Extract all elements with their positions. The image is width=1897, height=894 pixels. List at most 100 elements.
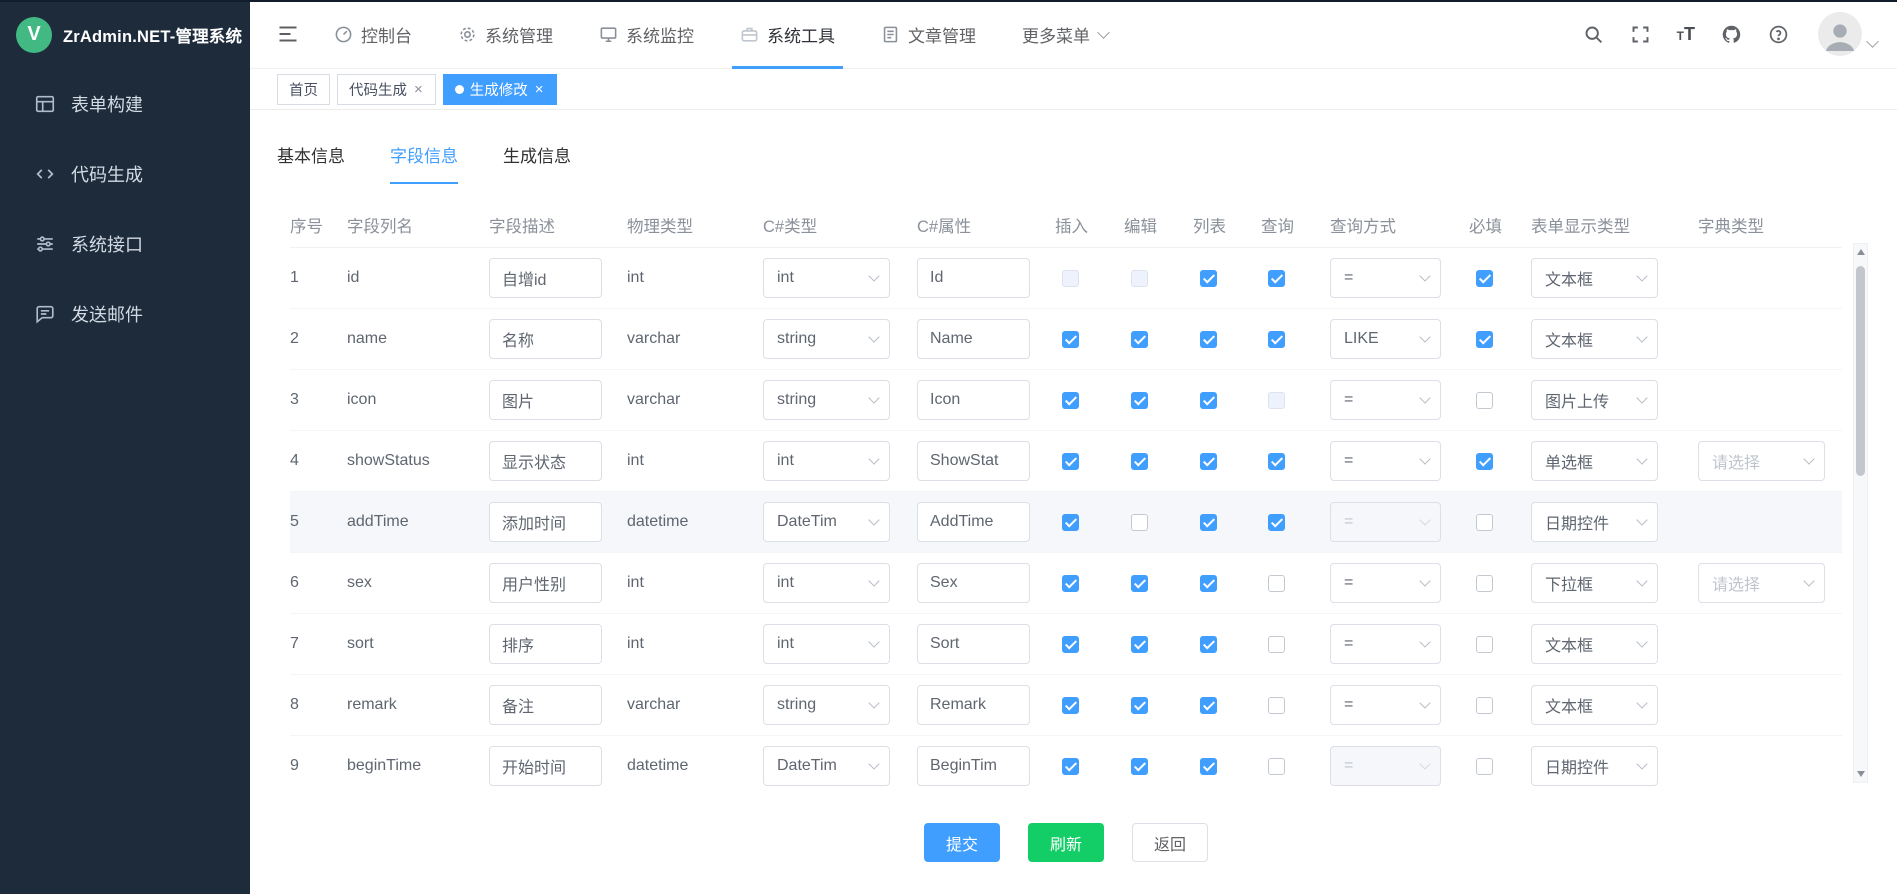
display-type-select[interactable]: 下拉框 [1531, 563, 1658, 603]
csharp-property-input[interactable] [917, 624, 1030, 664]
sidebar-item-send-mail[interactable]: 发送邮件 [0, 279, 250, 349]
edit-checkbox[interactable] [1131, 514, 1148, 531]
csharp-property-input[interactable] [917, 685, 1030, 725]
list-checkbox[interactable] [1200, 514, 1217, 531]
csharp-property-input[interactable] [917, 563, 1030, 603]
user-menu[interactable] [1818, 12, 1877, 56]
display-type-select[interactable]: 日期控件 [1531, 502, 1658, 542]
display-type-select[interactable]: 日期控件 [1531, 746, 1658, 786]
close-icon[interactable]: × [413, 82, 424, 97]
back-button[interactable]: 返回 [1132, 823, 1208, 862]
query-type-select[interactable]: LIKE [1330, 319, 1441, 359]
query-checkbox[interactable] [1268, 453, 1285, 470]
nav-item-more-menu[interactable]: 更多菜单 [1022, 0, 1109, 69]
query-checkbox[interactable] [1268, 697, 1285, 714]
list-checkbox[interactable] [1200, 270, 1217, 287]
description-input[interactable] [489, 502, 602, 542]
query-type-select[interactable]: = [1330, 624, 1441, 664]
github-icon[interactable] [1720, 23, 1742, 45]
scroll-up-arrow[interactable] [1854, 245, 1867, 259]
query-type-select[interactable]: = [1330, 258, 1441, 298]
edit-checkbox[interactable] [1131, 392, 1148, 409]
csharp-property-input[interactable] [917, 319, 1030, 359]
description-input[interactable] [489, 624, 602, 664]
tab-generate-info[interactable]: 生成信息 [503, 142, 571, 184]
tag-home[interactable]: 首页 [277, 74, 330, 105]
description-input[interactable] [489, 746, 602, 786]
csharp-property-input[interactable] [917, 258, 1030, 298]
list-checkbox[interactable] [1200, 697, 1217, 714]
query-type-select[interactable]: = [1330, 685, 1441, 725]
tab-field-info[interactable]: 字段信息 [390, 142, 458, 184]
display-type-select[interactable]: 文本框 [1531, 258, 1658, 298]
scroll-down-arrow[interactable] [1854, 767, 1867, 781]
close-icon[interactable]: × [534, 82, 545, 97]
insert-checkbox[interactable] [1062, 697, 1079, 714]
edit-checkbox[interactable] [1131, 331, 1148, 348]
tag-generate-edit[interactable]: 生成修改 × [443, 74, 557, 105]
csharp-property-input[interactable] [917, 441, 1030, 481]
help-icon[interactable] [1767, 23, 1789, 45]
avatar[interactable] [1818, 12, 1862, 56]
query-checkbox[interactable] [1268, 270, 1285, 287]
refresh-button[interactable]: 刷新 [1028, 823, 1104, 862]
tag-code-generation[interactable]: 代码生成 × [337, 74, 436, 105]
dict-type-select[interactable]: 请选择 [1698, 441, 1825, 481]
nav-item-system-monitor[interactable]: 系统监控 [599, 0, 694, 69]
query-type-select[interactable]: = [1330, 563, 1441, 603]
font-size-icon[interactable]: TT [1677, 24, 1695, 45]
insert-checkbox[interactable] [1062, 514, 1079, 531]
insert-checkbox[interactable] [1062, 392, 1079, 409]
tab-basic-info[interactable]: 基本信息 [277, 142, 345, 184]
csharp-type-select[interactable]: string [763, 319, 890, 359]
insert-checkbox[interactable] [1062, 758, 1079, 775]
display-type-select[interactable]: 单选框 [1531, 441, 1658, 481]
description-input[interactable] [489, 319, 602, 359]
list-checkbox[interactable] [1200, 331, 1217, 348]
edit-checkbox[interactable] [1131, 453, 1148, 470]
query-type-select[interactable]: = [1330, 380, 1441, 420]
list-checkbox[interactable] [1200, 453, 1217, 470]
search-icon[interactable] [1583, 23, 1605, 45]
required-checkbox[interactable] [1476, 331, 1493, 348]
insert-checkbox[interactable] [1062, 636, 1079, 653]
csharp-type-select[interactable]: DateTim [763, 746, 890, 786]
scrollbar-thumb[interactable] [1856, 266, 1865, 476]
edit-checkbox[interactable] [1131, 575, 1148, 592]
description-input[interactable] [489, 685, 602, 725]
submit-button[interactable]: 提交 [924, 823, 1000, 862]
csharp-type-select[interactable]: string [763, 685, 890, 725]
edit-checkbox[interactable] [1131, 697, 1148, 714]
insert-checkbox[interactable] [1062, 331, 1079, 348]
required-checkbox[interactable] [1476, 453, 1493, 470]
description-input[interactable] [489, 380, 602, 420]
edit-checkbox[interactable] [1131, 636, 1148, 653]
sidebar-item-api[interactable]: 系统接口 [0, 209, 250, 279]
app-logo[interactable]: V ZrAdmin.NET-管理系统 [0, 0, 250, 69]
query-checkbox[interactable] [1268, 331, 1285, 348]
required-checkbox[interactable] [1476, 697, 1493, 714]
description-input[interactable] [489, 563, 602, 603]
required-checkbox[interactable] [1476, 758, 1493, 775]
required-checkbox[interactable] [1476, 270, 1493, 287]
nav-item-article-management[interactable]: 文章管理 [881, 0, 976, 69]
nav-item-system-tools[interactable]: 系统工具 [740, 0, 835, 69]
insert-checkbox[interactable] [1062, 453, 1079, 470]
sidebar-item-form-builder[interactable]: 表单构建 [0, 69, 250, 139]
query-type-select[interactable]: = [1330, 441, 1441, 481]
query-checkbox[interactable] [1268, 575, 1285, 592]
fullscreen-icon[interactable] [1630, 23, 1652, 45]
description-input[interactable] [489, 258, 602, 298]
table-scrollbar[interactable] [1853, 243, 1868, 783]
csharp-type-select[interactable]: int [763, 441, 890, 481]
hamburger-icon[interactable] [276, 22, 300, 46]
display-type-select[interactable]: 图片上传 [1531, 380, 1658, 420]
display-type-select[interactable]: 文本框 [1531, 624, 1658, 664]
description-input[interactable] [489, 441, 602, 481]
query-checkbox[interactable] [1268, 514, 1285, 531]
csharp-property-input[interactable] [917, 380, 1030, 420]
required-checkbox[interactable] [1476, 575, 1493, 592]
nav-item-console[interactable]: 控制台 [334, 0, 412, 69]
list-checkbox[interactable] [1200, 636, 1217, 653]
csharp-type-select[interactable]: int [763, 563, 890, 603]
